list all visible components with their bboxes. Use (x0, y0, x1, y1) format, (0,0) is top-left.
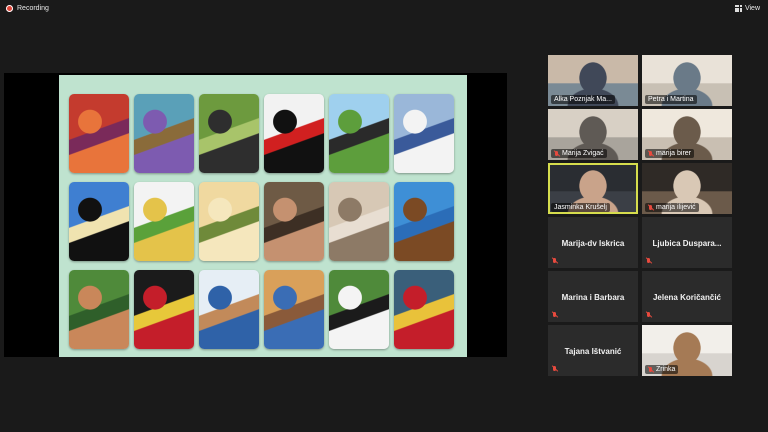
view-label: View (744, 5, 760, 12)
participant-name: Jasminka Krušelj (554, 204, 607, 211)
microphone-muted-icon (648, 366, 654, 373)
participant-name: Zrinka (656, 366, 676, 373)
picture-card-butterfly (134, 94, 194, 173)
microphone-muted-icon (554, 150, 560, 157)
participant-name: Marina i Barbara (561, 293, 625, 302)
participant-name-label: Petra i Martina (645, 95, 697, 104)
picture-card-black-red-swirls (264, 94, 324, 173)
participant-name-label: Marija Zvigać (551, 149, 607, 158)
microphone-muted-icon (646, 312, 652, 318)
participant-name: Alka Poznjak Ma... (554, 96, 612, 103)
picture-card-kneeling-figure (264, 270, 324, 349)
picture-card-green-blocks (199, 94, 259, 173)
participant-name: Marija Zvigać (562, 150, 604, 157)
participant-name-label: Zrinka (645, 365, 679, 374)
grid-view-icon (734, 5, 742, 12)
participant-tile[interactable]: Jelena Koričančić (642, 271, 732, 322)
participant-tile[interactable]: Jasminka Krušelj (548, 163, 638, 214)
participant-tile[interactable]: Marina i Barbara (548, 271, 638, 322)
participant-name: Jelena Koričančić (652, 293, 722, 302)
participant-tile[interactable]: Tajana Ištvanić (548, 325, 638, 376)
participant-name: Ljubica Duspara... (652, 239, 722, 248)
picture-card-red-abstract (69, 94, 129, 173)
participant-name: marija birer (656, 150, 692, 157)
participant-name: Petra i Martina (648, 96, 694, 103)
participant-name: marija ilijević (656, 204, 696, 211)
picture-card-figure-with-sheet (394, 94, 454, 173)
microphone-muted-icon (552, 366, 558, 372)
view-button[interactable]: View (734, 5, 760, 12)
picture-card-doorway (264, 182, 324, 261)
recording-icon (6, 5, 13, 12)
picture-card-eagle (394, 182, 454, 261)
participant-name: Tajana Ištvanić (564, 347, 622, 356)
picture-card-spiral (69, 182, 129, 261)
participant-tile[interactable]: Alka Poznjak Ma... (548, 55, 638, 106)
participant-tile[interactable]: Zrinka (642, 325, 732, 376)
picture-card-forest-figures (69, 270, 129, 349)
picture-card-wolves (329, 182, 389, 261)
participant-tile[interactable]: marija ilijević (642, 163, 732, 214)
picture-card-cow (329, 270, 389, 349)
participant-name-label: Alka Poznjak Ma... (551, 95, 615, 104)
participant-name-label: marija birer (645, 149, 695, 158)
picture-card-mosaic (394, 270, 454, 349)
picture-card-desert-plant (199, 182, 259, 261)
participant-tile[interactable]: marija birer (642, 109, 732, 160)
participant-name-label: marija ilijević (645, 203, 699, 212)
picture-card-lizard-wall (134, 182, 194, 261)
microphone-muted-icon (648, 204, 654, 211)
microphone-muted-icon (646, 258, 652, 264)
participant-tile[interactable]: Marija-dv Iskrica (548, 217, 638, 268)
picture-card-bird-over-hill (329, 94, 389, 173)
microphone-muted-icon (552, 258, 558, 264)
recording-indicator[interactable]: Recording (6, 5, 49, 12)
recording-label: Recording (17, 5, 49, 12)
participant-tile[interactable]: Petra i Martina (642, 55, 732, 106)
microphone-muted-icon (552, 312, 558, 318)
participant-name-label: Jasminka Krušelj (551, 203, 610, 212)
microphone-muted-icon (648, 150, 654, 157)
card-board (59, 75, 467, 357)
picture-card-man-binoculars (199, 270, 259, 349)
picture-card-red-knot (134, 270, 194, 349)
participant-tile[interactable]: Ljubica Duspara... (642, 217, 732, 268)
shared-screen (4, 73, 507, 357)
top-bar: Recording View (0, 0, 768, 22)
participant-name: Marija-dv Iskrica (561, 239, 625, 248)
participant-tile[interactable]: Marija Zvigać (548, 109, 638, 160)
